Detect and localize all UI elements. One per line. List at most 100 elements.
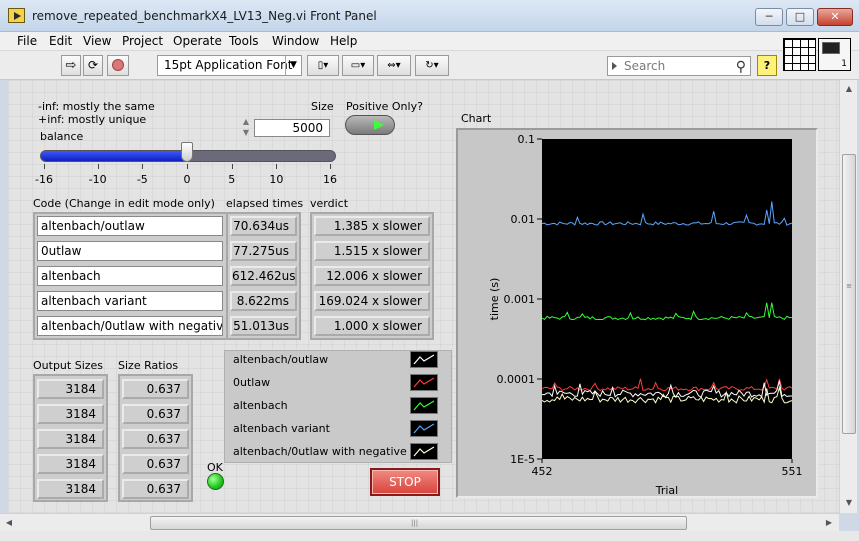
balance-tick-mark [276, 164, 278, 169]
close-button[interactable]: ✕ [817, 8, 853, 26]
legend-entry-label: altenbach/0utlaw with negative [233, 445, 407, 458]
title-bar: remove_repeated_benchmarkX4_LV13_Neg.vi … [0, 0, 859, 32]
distribute-objects-button[interactable]: ▭▾ [342, 55, 374, 76]
vi-icon-number: 1 [841, 59, 847, 69]
legend-swatch[interactable] [410, 351, 438, 368]
elapsed-time-item: 77.275us [230, 241, 297, 261]
balance-hint-2: +inf: mostly unique [38, 113, 147, 126]
run-continuously-button[interactable]: ⟳ [83, 55, 103, 76]
size-increment-decrement[interactable]: ▲ ▼ [240, 116, 252, 140]
legend-swatch[interactable] [410, 420, 438, 437]
balance-tick-label: -16 [35, 173, 53, 186]
size-ratios-label: Size Ratios [118, 359, 179, 372]
code-array-item[interactable]: altenbach/outlaw [37, 216, 223, 236]
balance-label: balance [40, 130, 84, 143]
positive-only-toggle[interactable] [345, 115, 395, 135]
search-icon[interactable]: ⚲ [736, 58, 746, 76]
menu-project[interactable]: Project [122, 34, 163, 48]
vi-icon[interactable]: 1 [818, 38, 851, 71]
connector-pane[interactable] [783, 38, 816, 71]
y-tick-label: 0.0001 [497, 373, 536, 386]
chevron-down-icon: ▼ [285, 56, 301, 75]
y-tick-label: 0.1 [518, 133, 536, 146]
x-tick-label: 551 [782, 465, 803, 478]
menu-file[interactable]: File [17, 34, 37, 48]
menu-window[interactable]: Window [272, 34, 319, 48]
balance-tick-label: 5 [228, 173, 236, 186]
output-size-item: 3184 [37, 429, 104, 449]
menu-view[interactable]: View [83, 34, 111, 48]
scroll-left-icon[interactable]: ◀ [2, 516, 16, 530]
output-size-item: 3184 [37, 479, 104, 499]
code-array-item[interactable]: altenbach/0utlaw with negative [37, 316, 223, 336]
ok-led-indicator [207, 473, 224, 490]
vertical-scrollbar[interactable]: ▲ ≡ ▼ [839, 80, 857, 513]
code-array-item[interactable]: 0utlaw [37, 241, 223, 261]
menu-help[interactable]: Help [330, 34, 357, 48]
balance-tick-label: 0 [183, 173, 191, 186]
abort-button[interactable] [107, 55, 129, 76]
x-tick-label: 452 [532, 465, 553, 478]
scroll-down-icon[interactable]: ▼ [842, 496, 856, 510]
elapsed-time-item: 51.013us [230, 316, 297, 336]
align-objects-button[interactable]: ▯▾ [307, 55, 339, 76]
code-array-item[interactable]: altenbach variant [37, 291, 223, 311]
window-title: remove_repeated_benchmarkX4_LV13_Neg.vi … [32, 9, 377, 23]
search-placeholder: Search [624, 59, 666, 73]
increment-arrow-icon[interactable]: ▲ [240, 116, 252, 127]
horizontal-scroll-thumb[interactable]: ||| [150, 516, 687, 530]
menu-tools[interactable]: Tools [229, 34, 259, 48]
search-input[interactable]: Search ⚲ [607, 56, 751, 76]
stop-sign-icon [112, 59, 124, 71]
elapsed-times-label: elapsed times [226, 197, 304, 210]
menu-operate[interactable]: Operate [173, 34, 222, 48]
balance-tick-label: 16 [323, 173, 337, 186]
legend-swatch[interactable] [410, 443, 438, 460]
scroll-right-icon[interactable]: ▶ [822, 516, 836, 530]
balance-tick-label: 10 [269, 173, 284, 186]
legend-swatch[interactable] [410, 397, 438, 414]
verdict-item: 169.024 x slower [314, 291, 430, 311]
font-select-value: 15pt Application Font [164, 58, 293, 72]
waveform-chart[interactable]: 0.1 0.01 0.001 0.0001 1E-5 452 551 Trial time (s… [456, 128, 818, 498]
run-button[interactable]: ⇨ [61, 55, 81, 76]
toggle-indicator-icon [374, 120, 384, 130]
status-bar [0, 531, 859, 541]
balance-slider-thumb[interactable] [181, 142, 193, 162]
size-ratio-item: 0.637 [122, 454, 189, 474]
output-size-item: 3184 [37, 454, 104, 474]
vertical-scroll-thumb[interactable]: ≡ [842, 154, 856, 434]
scroll-up-icon[interactable]: ▲ [842, 82, 856, 96]
stop-button[interactable]: STOP [370, 468, 440, 496]
reorder-button[interactable]: ↻▾ [415, 55, 449, 76]
legend-swatch[interactable] [410, 374, 438, 391]
chart-title: Chart [461, 112, 492, 125]
code-array-item[interactable]: altenbach [37, 266, 223, 286]
balance-tick-mark [142, 164, 144, 169]
output-size-item: 3184 [37, 379, 104, 399]
size-ratio-item: 0.637 [122, 379, 189, 399]
verdict-item: 1.515 x slower [314, 241, 430, 261]
output-sizes-label: Output Sizes [33, 359, 104, 372]
elapsed-time-item: 8.622ms [230, 291, 297, 311]
code-array-label: Code (Change in edit mode only) [33, 197, 215, 210]
font-select[interactable]: 15pt Application Font ▼ [157, 55, 302, 76]
horizontal-scrollbar[interactable]: ◀ ||| ▶ [0, 513, 839, 531]
balance-tick-mark [44, 164, 45, 169]
size-ratio-item: 0.637 [122, 404, 189, 424]
size-numeric-input[interactable]: 5000 [254, 119, 330, 137]
minimize-button[interactable]: ─ [755, 8, 783, 26]
scroll-grip-icon: ||| [411, 519, 419, 527]
balance-tick-mark [187, 164, 188, 169]
resize-objects-button[interactable]: ⇔▾ [377, 55, 411, 76]
labview-vi-icon [8, 8, 25, 23]
menu-edit[interactable]: Edit [49, 34, 72, 48]
balance-tick-label: -5 [136, 173, 148, 186]
size-ratio-item: 0.637 [122, 429, 189, 449]
verdict-item: 1.385 x slower [314, 216, 430, 236]
decrement-arrow-icon[interactable]: ▼ [240, 127, 252, 138]
balance-slider-fill [41, 151, 188, 161]
legend-entry-label: altenbach [233, 399, 288, 412]
context-help-button[interactable]: ? [757, 55, 777, 76]
maximize-button[interactable]: □ [786, 8, 814, 26]
